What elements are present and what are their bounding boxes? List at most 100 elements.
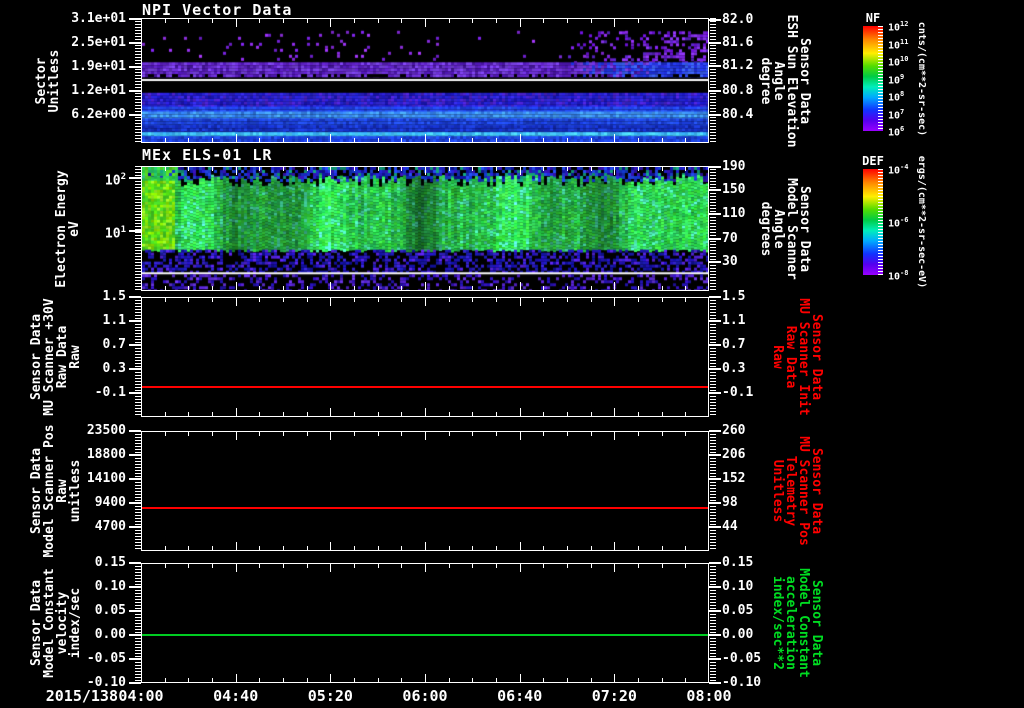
model-constant-velocity-xtick-top: [212, 564, 213, 568]
mu-scanner-30v-ytick-right: [709, 344, 721, 346]
model-constant-velocity-xtick-top: [259, 564, 260, 568]
mex-els-01-lr-xtick-bottom: [425, 282, 426, 290]
mu-scanner-30v-xtick-top: [236, 298, 237, 306]
mu-scanner-30v-xtick-bottom: [259, 412, 260, 416]
mu-scanner-30v-right-axis-comb: [710, 297, 716, 417]
x-axis-tick-label: 08:00: [686, 687, 732, 705]
mex-els-01-lr-xtick-top: [165, 167, 166, 171]
npi-vector-data-xtick-top: [614, 19, 615, 27]
model-constant-velocity-xtick-bottom: [330, 674, 331, 682]
model-constant-velocity-xtick-top: [165, 564, 166, 568]
mu-scanner-30v-xtick-bottom: [141, 408, 142, 416]
npi-vector-data-xtick-top: [449, 19, 450, 23]
npi-vector-data-ytick-right: [709, 65, 721, 67]
mex-els-01-lr-xtick-top: [472, 167, 473, 171]
mu-scanner-30v-xtick-bottom: [354, 412, 355, 416]
mex-els-01-lr-xtick-bottom: [330, 282, 331, 290]
npi-panel-title: NPI Vector Data: [142, 1, 293, 19]
model-constant-velocity-xtick-bottom: [378, 678, 379, 682]
model-constant-velocity-ytick-left: [129, 634, 141, 636]
els-panel-title: MEx ELS-01 LR: [142, 146, 273, 164]
model-scanner-pos-xtick-bottom: [259, 546, 260, 550]
mu-scanner-30v-xtick-bottom: [330, 408, 331, 416]
mex-els-01-lr-xtick-bottom: [472, 286, 473, 290]
npi-vector-data-ytick-left: [129, 18, 141, 21]
mu-scanner-30v-xtick-top: [449, 298, 450, 302]
spectrogram-viewer: { "chart_data": { "type": "multi-panel-t…: [0, 0, 1024, 708]
npi-vector-data-xtick-top: [543, 19, 544, 23]
mu-scanner-30v-xtick-bottom: [543, 412, 544, 416]
npi-vector-data-xtick-top: [236, 19, 237, 27]
npi-vector-data-ytick-right: [709, 90, 721, 92]
npi-vector-data-xtick-bottom: [283, 138, 284, 142]
npi-vector-data-ytick-left: [129, 90, 141, 92]
model-scanner-pos-xtick-bottom: [449, 546, 450, 550]
model-constant-velocity-xtick-top: [662, 564, 663, 568]
model-constant-velocity-left-axis-comb: [135, 563, 141, 683]
model-constant-velocity-xtick-top: [425, 564, 426, 572]
model-scanner-pos-xtick-top: [141, 432, 142, 440]
mu-scanner-30v-ytick-left: [129, 344, 141, 346]
model-constant-velocity-panel: [141, 563, 709, 683]
model-scanner-pos-xtick-top: [685, 432, 686, 436]
mex-els-01-lr-xtick-top: [188, 167, 189, 171]
model-scanner-pos-left-axis-comb: [135, 431, 141, 551]
npi-vector-data-xtick-bottom: [614, 134, 615, 142]
model-scanner-pos-xtick-bottom: [283, 546, 284, 550]
npi-vector-data-xtick-top: [307, 19, 308, 23]
npi-vector-data-xtick-top: [141, 19, 142, 27]
mex-els-01-lr-xtick-top: [307, 167, 308, 171]
model-scanner-pos-panel: [141, 431, 709, 551]
mex-els-01-lr-xtick-top: [425, 167, 426, 175]
model-scanner-pos-xtick-bottom: [567, 546, 568, 550]
model-scanner-pos-xtick-top: [567, 432, 568, 436]
model-constant-velocity-xtick-bottom: [188, 678, 189, 682]
model-constant-velocity-xtick-bottom: [212, 678, 213, 682]
model-constant-velocity-xtick-top: [638, 564, 639, 568]
model-constant-velocity-ytick-left: [129, 658, 141, 660]
mex-els-01-lr-colorbar-units: ergs/(cm**2-sr-sec-eV): [916, 155, 927, 289]
model-constant-velocity-xtick-bottom: [307, 678, 308, 682]
model-scanner-pos-xtick-bottom: [496, 546, 497, 550]
mu-scanner-30v-xtick-bottom: [472, 412, 473, 416]
mex-els-01-lr-xtick-bottom: [141, 282, 142, 290]
mex-els-01-lr-xtick-bottom: [708, 282, 709, 290]
model-constant-velocity-xtick-bottom: [449, 678, 450, 682]
mu-scanner-30v-xtick-bottom: [165, 412, 166, 416]
mex-els-01-lr-xtick-bottom: [378, 286, 379, 290]
model-scanner-pos-xtick-top: [449, 432, 450, 436]
model-scanner-pos-xtick-top: [708, 432, 709, 440]
mu-scanner-30v-xtick-top: [165, 298, 166, 302]
model-constant-velocity-ytick-right: [709, 658, 721, 660]
model-scanner-pos-xtick-top: [307, 432, 308, 436]
model-scanner-pos-xtick-top: [496, 432, 497, 436]
npi-vector-data-ytick-left: [129, 66, 141, 68]
model-scanner-pos-xtick-bottom: [401, 546, 402, 550]
mex-els-01-lr-ytick-right: [709, 166, 721, 169]
mu-scanner-30v-xtick-top: [259, 298, 260, 302]
x-axis-tick-label: 07:20: [591, 687, 637, 705]
mex-els-01-lr-ytick-right: [709, 261, 721, 264]
mex-els-01-lr-xtick-bottom: [567, 286, 568, 290]
mex-els-01-lr-xtick-bottom: [283, 286, 284, 290]
model-constant-velocity-ytick-left: [129, 562, 141, 564]
model-scanner-pos-ytick-right: [709, 430, 721, 432]
model-constant-velocity-xtick-bottom: [520, 674, 521, 682]
model-scanner-pos-ytick-left: [129, 526, 141, 528]
mex-els-01-lr-xtick-bottom: [520, 282, 521, 290]
mu-scanner-30v-xtick-bottom: [685, 412, 686, 416]
npi-vector-data-xtick-bottom: [378, 138, 379, 142]
mu-scanner-30v-xtick-top: [188, 298, 189, 302]
mex-els-01-lr-xtick-top: [662, 167, 663, 171]
model-constant-velocity-xtick-bottom: [141, 674, 142, 682]
model-constant-velocity-xtick-bottom: [638, 678, 639, 682]
mex-els-01-lr-xtick-top: [567, 167, 568, 171]
npi-vector-data-xtick-top: [425, 19, 426, 27]
mu-scanner-30v-xtick-bottom: [307, 412, 308, 416]
model-scanner-pos-xtick-bottom: [614, 542, 615, 550]
mu-scanner-30v-xtick-bottom: [283, 412, 284, 416]
mu-scanner-30v-xtick-bottom: [378, 412, 379, 416]
model-scanner-pos-xtick-top: [614, 432, 615, 440]
mex-els-01-lr-right-axis-comb: [710, 166, 716, 291]
model-scanner-pos-xtick-bottom: [354, 546, 355, 550]
